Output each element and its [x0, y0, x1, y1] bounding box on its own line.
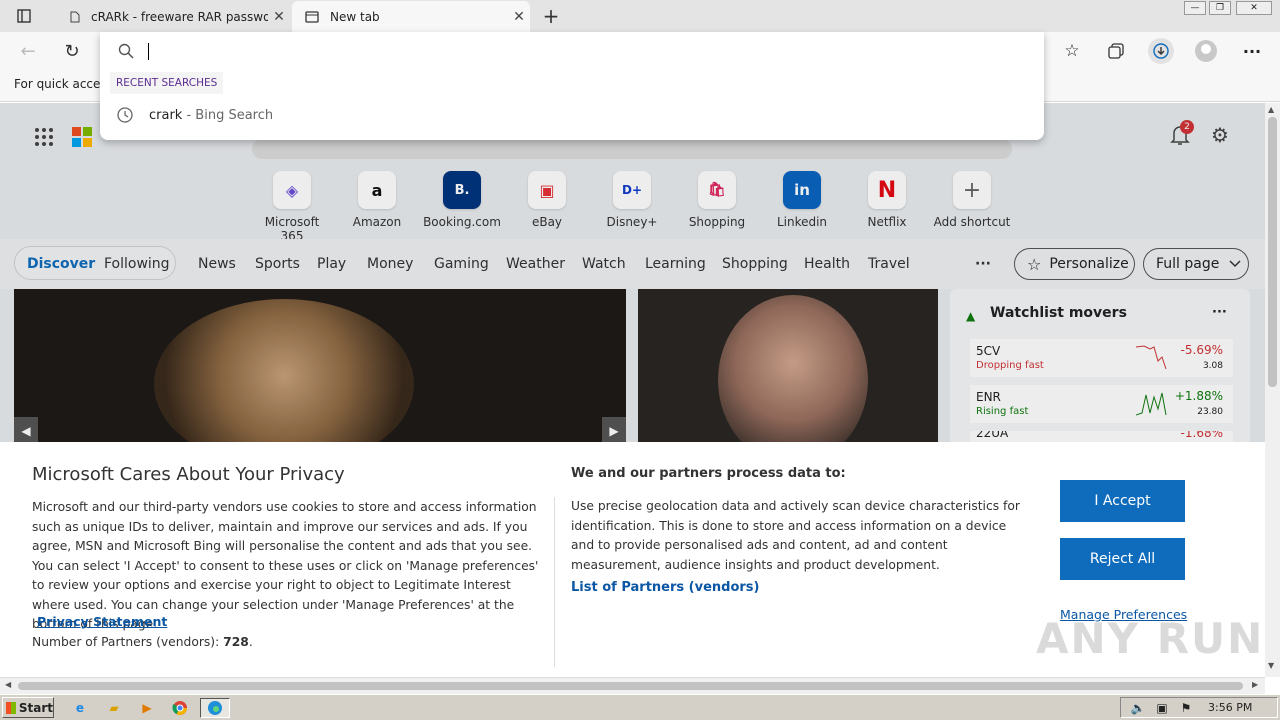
close-tab-icon[interactable]: ✕ — [508, 9, 530, 25]
taskbar-clock: 3:56 PM — [1208, 701, 1253, 714]
text-cursor — [148, 43, 149, 60]
address-bar-dropdown: RECENT SEARCHES crark - Bing Search — [100, 32, 1044, 140]
purposes-title: We and our partners process data to: — [571, 466, 846, 481]
privacy-consent-banner: Microsoft Cares About Your Privacy Micro… — [0, 442, 1265, 677]
tab-crark[interactable]: cRARk - freeware RAR passwor ✕ — [55, 1, 290, 32]
windows-taskbar: Start e ▰ ▶ 🔈 ▣ ⚑ 3:56 PM — [0, 694, 1280, 720]
tab-strip: cRARk - freeware RAR passwor ✕ New tab ✕… — [0, 0, 1280, 32]
favorites-star-icon[interactable]: ☆ — [1060, 40, 1084, 62]
back-arrow-icon[interactable]: ← — [16, 40, 40, 62]
downloads-icon[interactable] — [1148, 38, 1174, 64]
suggestion-source: - Bing Search — [182, 107, 274, 123]
scrollbar-thumb[interactable] — [18, 682, 1243, 690]
partners-count: 728 — [223, 635, 249, 649]
media-player-icon[interactable]: ▶ — [136, 698, 158, 718]
profile-avatar[interactable] — [1195, 40, 1217, 62]
page-icon — [65, 11, 85, 23]
close-tab-icon[interactable]: ✕ — [268, 9, 290, 25]
minimize-button[interactable]: — — [1184, 1, 1206, 15]
address-input[interactable] — [148, 42, 1028, 62]
tab-new-tab[interactable]: New tab ✕ — [292, 1, 530, 32]
folder-icon[interactable]: ▰ — [103, 698, 125, 718]
list-of-partners-link[interactable]: List of Partners (vendors) — [571, 580, 759, 595]
period-text: . — [248, 635, 253, 649]
horizontal-scrollbar[interactable]: ◀ ▶ — [0, 677, 1265, 694]
maximize-button[interactable]: ❐ — [1209, 1, 1231, 15]
vertical-scrollbar[interactable]: ▲ ▼ — [1265, 103, 1280, 677]
anyrun-watermark: ANY RUN — [1036, 614, 1265, 663]
purposes-body: Use precise geolocation data and activel… — [571, 499, 1020, 572]
search-icon — [118, 43, 134, 59]
privacy-title: Microsoft Cares About Your Privacy — [32, 464, 345, 485]
refresh-icon[interactable]: ↻ — [60, 40, 84, 62]
reject-all-button[interactable]: Reject All — [1060, 538, 1185, 580]
tab-title: cRARk - freeware RAR passwor — [91, 9, 268, 24]
chrome-icon[interactable] — [169, 698, 191, 718]
start-button[interactable]: Start — [2, 697, 54, 718]
network-icon[interactable]: ▣ — [1151, 698, 1173, 718]
start-label: Start — [18, 700, 53, 715]
suggestion-item[interactable]: crark - Bing Search — [100, 102, 1044, 128]
volume-icon[interactable]: 🔈 — [1127, 698, 1149, 718]
favorites-bar-hint: For quick access — [14, 77, 113, 91]
scroll-down-icon[interactable]: ▼ — [1268, 661, 1274, 670]
scroll-up-icon[interactable]: ▲ — [1268, 105, 1274, 114]
scroll-right-icon[interactable]: ▶ — [1252, 680, 1258, 689]
privacy-statement-link[interactable]: Privacy Statement — [37, 614, 167, 629]
scrollbar-thumb[interactable] — [1268, 117, 1277, 387]
dim-overlay — [0, 103, 1265, 442]
newtab-page-icon — [302, 10, 322, 23]
new-tab-plus-icon[interactable]: + — [540, 4, 562, 28]
edge-taskbar-icon[interactable] — [200, 698, 230, 718]
windows-logo-icon — [6, 701, 16, 714]
suggestion-term: crark — [149, 107, 183, 123]
divider — [554, 497, 555, 667]
close-window-button[interactable]: ✕ — [1236, 1, 1272, 15]
settings-more-icon[interactable]: ··· — [1240, 40, 1264, 62]
collections-icon[interactable] — [1104, 40, 1128, 62]
recent-searches-label: RECENT SEARCHES — [110, 72, 224, 94]
period-text: . — [149, 614, 153, 629]
action-center-flag-icon[interactable]: ⚑ — [1175, 698, 1197, 718]
accept-button[interactable]: I Accept — [1060, 480, 1185, 522]
tab-actions-icon[interactable] — [12, 6, 36, 26]
history-clock-icon — [116, 106, 134, 124]
scroll-left-icon[interactable]: ◀ — [5, 680, 11, 689]
internet-explorer-icon[interactable]: e — [69, 698, 91, 718]
tab-title: New tab — [330, 9, 380, 24]
partners-label: Number of Partners (vendors): — [32, 635, 224, 649]
